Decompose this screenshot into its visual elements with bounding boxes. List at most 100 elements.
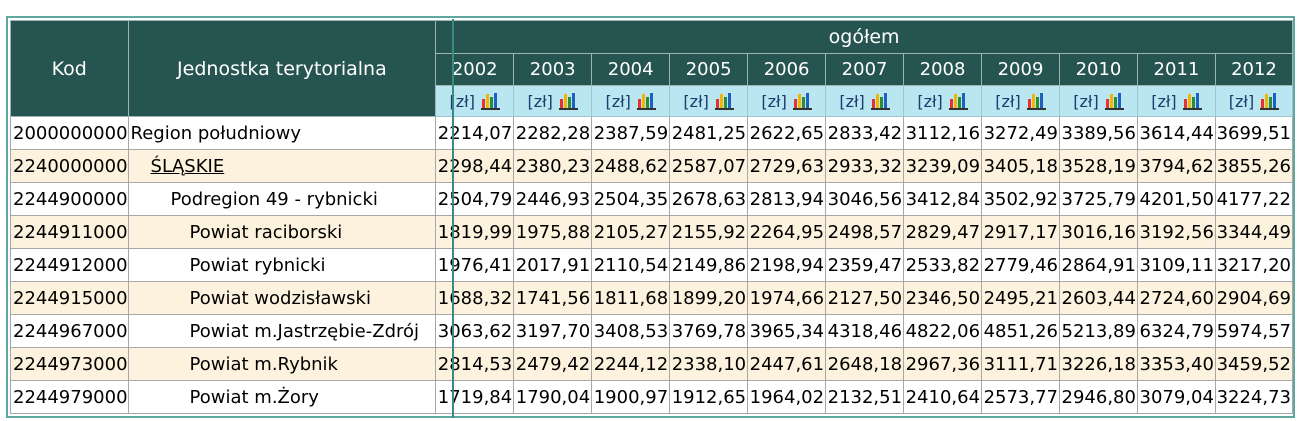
bar-chart-icon[interactable] [1104, 92, 1124, 110]
unit-label: [zł] [995, 91, 1021, 111]
territory-name: Podregion 49 - rybnicki [170, 188, 378, 210]
value-cell-2010: 3016,16 [1059, 215, 1138, 249]
table-row: 2244967000 Powiat m.Jastrzębie-Zdrój 3063,… [10, 314, 1294, 348]
value-cell-2002: 2298,44 [435, 149, 515, 183]
value-cell-2003: 2017,91 [513, 248, 593, 282]
table-row: 2244900000 Podregion 49 - rybnicki 2504,79… [10, 182, 1294, 216]
year-header-2002[interactable]: 2002 [435, 53, 515, 86]
bar-chart-icon[interactable] [480, 92, 500, 110]
value-cell-2002: 1688,32 [435, 281, 515, 315]
unit-cell-2004: [zł] [591, 85, 671, 117]
value-cell-2012: 5974,57 [1214, 314, 1294, 348]
row-code: 2244967000 [10, 314, 129, 348]
value-cell-2011: 3353,40 [1136, 347, 1216, 381]
bar-chart-icon[interactable] [1182, 92, 1202, 110]
bar-chart-icon[interactable] [558, 92, 578, 110]
table-row: 2000000000 Region południowy 2214,07 2282,2… [10, 116, 1294, 150]
value-cell-2006: 2264,95 [747, 215, 827, 249]
value-cell-2005: 2587,07 [669, 149, 749, 183]
value-cell-2003: 1741,56 [513, 281, 593, 315]
value-cell-2005: 2481,25 [669, 116, 749, 150]
value-cell-2006: 3965,34 [747, 314, 827, 348]
bar-chart-icon[interactable] [1026, 92, 1046, 110]
value-cell-2006: 1964,02 [747, 380, 827, 414]
value-cell-2004: 2244,12 [591, 347, 671, 381]
value-cell-2002: 2214,07 [435, 116, 515, 150]
table-row: 2244911000 Powiat raciborski 1819,99 1975,8… [10, 215, 1294, 249]
year-header-2010[interactable]: 2010 [1059, 53, 1138, 86]
year-header-2005[interactable]: 2005 [669, 53, 749, 86]
value-cell-2006: 2622,65 [747, 116, 827, 150]
year-header-2007[interactable]: 2007 [825, 53, 905, 86]
year-header-2011[interactable]: 2011 [1136, 53, 1216, 86]
value-cell-2005: 3769,78 [669, 314, 749, 348]
value-cell-2003: 1790,04 [513, 380, 593, 414]
territory-name: Powiat m.Rybnik [189, 353, 338, 375]
unit-cell-2008: [zł] [903, 85, 983, 117]
table-body: 2000000000 Region południowy 2214,07 2282,2… [10, 116, 1294, 414]
value-cell-2004: 3408,53 [591, 314, 671, 348]
value-cell-2009: 3272,49 [981, 116, 1060, 150]
value-cell-2010: 3725,79 [1059, 182, 1138, 216]
unit-label: [zł] [1151, 91, 1177, 111]
value-cell-2009: 3502,92 [981, 182, 1060, 216]
value-cell-2008: 4822,06 [903, 314, 983, 348]
value-cell-2009: 2573,77 [981, 380, 1060, 414]
bar-chart-icon[interactable] [1260, 92, 1280, 110]
unit-cell-2010: [zł] [1059, 85, 1138, 117]
table-row: 2244979000 Powiat m.Żory 1719,84 1790,04 190… [10, 380, 1294, 414]
unit-cell-2005: [zł] [669, 85, 749, 117]
value-cell-2008: 2533,82 [903, 248, 983, 282]
value-cell-2006: 2198,94 [747, 248, 827, 282]
value-cell-2005: 1899,20 [669, 281, 749, 315]
value-cell-2011: 3192,56 [1136, 215, 1216, 249]
value-cell-2010: 3226,18 [1059, 347, 1138, 381]
year-header-2008[interactable]: 2008 [903, 53, 983, 86]
row-code: 2244979000 [10, 380, 129, 414]
value-cell-2009: 4851,26 [981, 314, 1060, 348]
value-cell-2004: 2110,54 [591, 248, 671, 282]
unit-label: [zł] [917, 91, 943, 111]
data-table: Kod Jednostka terytorialna ogółem 2002 20… [10, 20, 1294, 414]
value-cell-2004: 2105,27 [591, 215, 671, 249]
bar-chart-icon[interactable] [948, 92, 968, 110]
bar-chart-icon[interactable] [792, 92, 812, 110]
row-name-cell: Powiat rybnicki [127, 248, 437, 282]
unit-cell-2009: [zł] [981, 85, 1060, 117]
value-cell-2011: 3079,04 [1136, 380, 1216, 414]
territory-link[interactable]: ŚLĄSKIE [131, 156, 225, 177]
table-row: 2240000000 ŚLĄSKIE 2298,44 2380,23 2488,62 25… [10, 149, 1294, 183]
unit-cell-2011: [zł] [1136, 85, 1216, 117]
row-code: 2244900000 [10, 182, 129, 216]
year-header-2006[interactable]: 2006 [747, 53, 827, 86]
row-code: 2244911000 [10, 215, 129, 249]
bar-chart-icon[interactable] [714, 92, 734, 110]
column-header-kod[interactable]: Kod [10, 20, 129, 117]
value-cell-2004: 1811,68 [591, 281, 671, 315]
value-cell-2002: 2814,53 [435, 347, 515, 381]
value-cell-2006: 2447,61 [747, 347, 827, 381]
year-header-2003[interactable]: 2003 [513, 53, 593, 86]
value-cell-2011: 3794,62 [1136, 149, 1216, 183]
year-header-2009[interactable]: 2009 [981, 53, 1060, 86]
value-cell-2003: 2446,93 [513, 182, 593, 216]
value-cell-2012: 3855,26 [1214, 149, 1294, 183]
unit-label: [zł] [605, 91, 631, 111]
unit-label: [zł] [839, 91, 865, 111]
bar-chart-icon[interactable] [636, 92, 656, 110]
territory-name: Powiat wodzisławski [189, 287, 371, 309]
value-cell-2003: 2282,28 [513, 116, 593, 150]
column-header-jednostka[interactable]: Jednostka terytorialna [127, 20, 437, 117]
bar-chart-icon[interactable] [870, 92, 890, 110]
year-header-2012[interactable]: 2012 [1214, 53, 1294, 86]
value-cell-2010: 2864,91 [1059, 248, 1138, 282]
year-header-2004[interactable]: 2004 [591, 53, 671, 86]
value-cell-2009: 3111,71 [981, 347, 1060, 381]
value-cell-2008: 2346,50 [903, 281, 983, 315]
unit-cell-2012: [zł] [1214, 85, 1294, 117]
territory-name: Powiat m.Jastrzębie-Zdrój [189, 320, 420, 342]
value-cell-2008: 3412,84 [903, 182, 983, 216]
unit-cell-2006: [zł] [747, 85, 827, 117]
value-cell-2007: 4318,46 [825, 314, 905, 348]
unit-label: [zł] [761, 91, 787, 111]
